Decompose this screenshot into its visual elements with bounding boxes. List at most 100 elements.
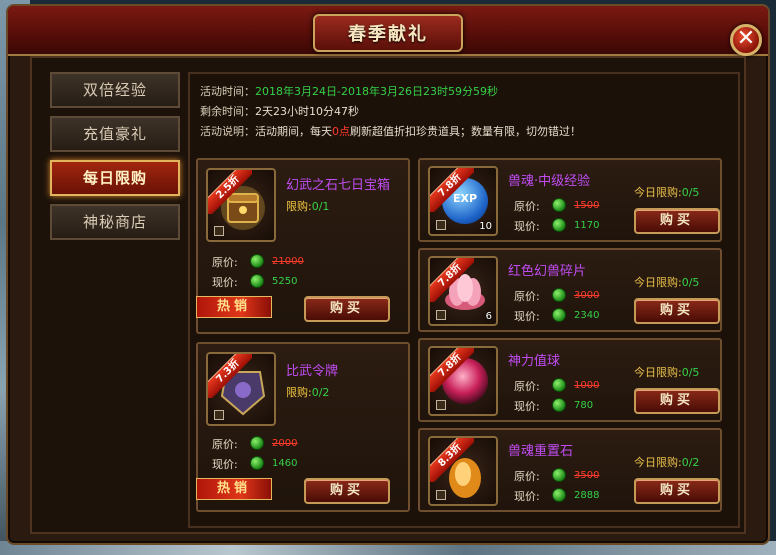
item-card-small: 8.3折 兽魂重置石 今日限购:0/2 原价: 3500 现价: 2888 购买 [418, 428, 722, 512]
item-card-small: 7.8折 6 红色幻兽碎片 今日限购:0/5 原价: 3000 现价: 2340… [418, 248, 722, 332]
orig-price: 3000 [574, 290, 600, 301]
orig-price-label: 原价: [514, 200, 540, 213]
coin-icon [552, 308, 566, 322]
orig-price-label: 原价: [514, 470, 540, 483]
discount-ribbon: 7.8折 [430, 258, 474, 302]
close-icon: ✕ [736, 26, 756, 51]
coin-icon [250, 274, 264, 288]
orig-price-label: 原价: [514, 380, 540, 393]
cur-price: 1460 [272, 458, 298, 469]
desc-part2: 刷新超值折扣珍贵道具；数量有限，切勿错过！ [350, 125, 581, 138]
event-info: 活动时间：2018年3月24日-2018年3月26日23时59分59秒 剩余时间… [200, 82, 581, 142]
coin-icon [552, 398, 566, 412]
item-icon-box[interactable]: 8.3折 [428, 436, 498, 506]
time-value: 2018年3月24日-2018年3月26日23时59分59秒 [255, 85, 498, 98]
orig-price: 1000 [574, 380, 600, 391]
lock-icon [436, 220, 446, 230]
daily-limit: 今日限购:0/2 [634, 456, 700, 469]
discount-ribbon: 2.5折 [208, 170, 252, 214]
coin-icon [552, 488, 566, 502]
buy-button[interactable]: 购买 [304, 478, 390, 504]
cur-price: 1170 [574, 220, 600, 231]
cur-price-label: 现价: [514, 490, 540, 503]
coin-icon [552, 468, 566, 482]
cur-price: 2888 [574, 490, 600, 501]
coin-icon [552, 218, 566, 232]
desc-part1: 活动期间，每天 [255, 125, 332, 138]
item-icon-box[interactable]: 7.8折 [428, 346, 498, 416]
desc-label: 活动说明： [200, 125, 255, 138]
buy-button[interactable]: 购买 [634, 208, 720, 234]
buy-button[interactable]: 购买 [634, 298, 720, 324]
discount-ribbon: 7.8折 [430, 168, 474, 212]
time-label: 活动时间： [200, 85, 255, 98]
item-name: 比武令牌 [286, 364, 339, 379]
discount-ribbon: 7.8折 [430, 348, 474, 392]
lock-icon [436, 310, 446, 320]
buy-button[interactable]: 购买 [634, 388, 720, 414]
coin-icon [250, 456, 264, 470]
item-name: 兽魂重置石 [508, 444, 574, 459]
lock-icon [436, 400, 446, 410]
event-window: 春季献礼 ✕ 双倍经验 充值豪礼 每日限购 神秘商店 活动时间：2018年3月2… [6, 4, 770, 545]
orig-price-label: 原价: [212, 256, 238, 269]
tab-double-exp[interactable]: 双倍经验 [50, 72, 180, 108]
desc-highlight: 0点 [332, 125, 350, 138]
item-card-big: 7.3折 比武令牌 限购:0/2 原价: 2000 现价: 1460 热销 购买 [196, 342, 410, 512]
item-count: 10 [479, 221, 492, 232]
item-name: 幻武之石七日宝箱 [286, 178, 391, 193]
cur-price-label: 现价: [514, 310, 540, 323]
hot-sale-badge: 热销 [196, 296, 272, 318]
close-button[interactable]: ✕ [730, 24, 762, 56]
remain-label: 剩余时间： [200, 105, 255, 118]
item-count: 6 [485, 311, 492, 322]
item-name: 神力值球 [508, 354, 561, 369]
cur-price-label: 现价: [212, 458, 238, 471]
item-icon-box[interactable]: 7.8折 6 [428, 256, 498, 326]
item-card-small: EXP 7.8折 10 兽魂·中级经验 今日限购:0/5 原价: 1500 现价… [418, 158, 722, 242]
buy-button[interactable]: 购买 [304, 296, 390, 322]
coin-icon [552, 378, 566, 392]
hot-sale-badge: 热销 [196, 478, 272, 500]
daily-limit: 今日限购:0/5 [634, 276, 700, 289]
coin-icon [552, 288, 566, 302]
orig-price-label: 原价: [514, 290, 540, 303]
item-name: 兽魂·中级经验 [508, 174, 591, 189]
lock-icon [214, 226, 224, 236]
item-card-small: 7.8折 神力值球 今日限购:0/5 原价: 1000 现价: 780 购买 [418, 338, 722, 422]
orig-price: 1500 [574, 200, 600, 211]
item-icon-box[interactable]: EXP 7.8折 10 [428, 166, 498, 236]
discount-ribbon: 7.3折 [208, 354, 252, 398]
tab-daily-limit[interactable]: 每日限购 [50, 160, 180, 196]
purchase-limit: 限购:0/2 [286, 386, 330, 399]
cur-price-label: 现价: [514, 400, 540, 413]
cur-price: 780 [574, 400, 594, 411]
item-card-big: 2.5折 幻武之石七日宝箱 限购:0/1 原价: 21000 现价: 5250 … [196, 158, 410, 334]
item-name: 红色幻兽碎片 [508, 264, 587, 279]
coin-icon [250, 254, 264, 268]
remain-value: 2天23小时10分47秒 [255, 105, 359, 118]
cur-price: 2340 [574, 310, 600, 321]
daily-limit: 今日限购:0/5 [634, 366, 700, 379]
lock-icon [214, 410, 224, 420]
coin-icon [250, 436, 264, 450]
window-title: 春季献礼 [348, 24, 428, 45]
side-tabs: 双倍经验 充值豪礼 每日限购 神秘商店 [50, 72, 182, 248]
orig-price: 21000 [272, 256, 304, 267]
main-panel: 双倍经验 充值豪礼 每日限购 神秘商店 活动时间：2018年3月24日-2018… [30, 56, 746, 534]
coin-icon [552, 198, 566, 212]
shop-content: 活动时间：2018年3月24日-2018年3月26日23时59分59秒 剩余时间… [188, 72, 740, 528]
lock-icon [436, 490, 446, 500]
cur-price-label: 现价: [212, 276, 238, 289]
daily-limit: 今日限购:0/5 [634, 186, 700, 199]
buy-button[interactable]: 购买 [634, 478, 720, 504]
item-icon-box[interactable]: 7.3折 [206, 352, 276, 426]
item-icon-box[interactable]: 2.5折 [206, 168, 276, 242]
cur-price: 5250 [272, 276, 298, 287]
tab-recharge-gift[interactable]: 充值豪礼 [50, 116, 180, 152]
tab-mystery-shop[interactable]: 神秘商店 [50, 204, 180, 240]
discount-ribbon: 8.3折 [430, 438, 474, 482]
purchase-limit: 限购:0/1 [286, 200, 330, 213]
orig-price: 3500 [574, 470, 600, 481]
orig-price-label: 原价: [212, 438, 238, 451]
